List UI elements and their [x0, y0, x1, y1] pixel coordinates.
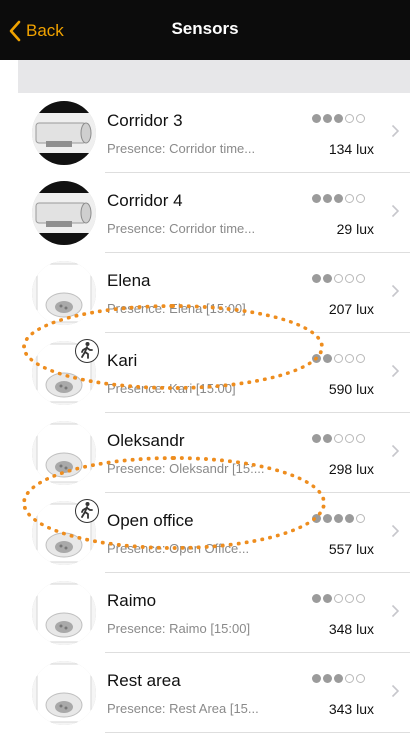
chevron-right-icon [391, 444, 400, 458]
signal-dot [323, 114, 332, 123]
signal-dot [334, 594, 343, 603]
signal-strength-indicator [312, 674, 365, 684]
sensor-name: Oleksandr [107, 431, 185, 450]
sensor-name: Rest area [107, 671, 181, 690]
ceiling-sensor-icon [32, 421, 96, 485]
lux-value: 590 lux [328, 381, 374, 397]
signal-dot [323, 674, 332, 683]
chevron-right-icon [391, 124, 400, 138]
sensor-row[interactable]: Open office Presence: Open Office... 557 l… [0, 493, 410, 573]
signal-strength-indicator [312, 114, 365, 124]
signal-strength-indicator [312, 434, 365, 444]
signal-dot [323, 194, 332, 203]
presence-walking-icon [75, 499, 99, 523]
signal-dot [334, 354, 343, 363]
lux-value: 557 lux [328, 541, 374, 557]
signal-dot [356, 594, 365, 603]
sensor-name: Corridor 3 [107, 111, 183, 130]
sensor-subtitle: Presence: Open Office... [107, 541, 250, 556]
signal-dot [356, 114, 365, 123]
signal-dot [334, 514, 343, 523]
chevron-right-icon [391, 204, 400, 218]
signal-dot [356, 514, 365, 523]
sensor-name: Corridor 4 [107, 191, 183, 210]
signal-dot [334, 674, 343, 683]
lux-value: 348 lux [328, 621, 374, 637]
signal-strength-indicator [312, 594, 365, 604]
corridor-sensor-icon [32, 101, 96, 165]
signal-dot [334, 434, 343, 443]
lux-value: 343 lux [328, 701, 374, 717]
chevron-right-icon [391, 684, 400, 698]
navigation-bar: Back Sensors [0, 0, 410, 60]
sensor-subtitle: Presence: Kari [15:00] [107, 381, 236, 396]
ceiling-sensor-icon [32, 661, 96, 725]
sensor-row[interactable]: Rest area Presence: Rest Area [15... 343 l… [0, 653, 410, 733]
signal-dot [356, 194, 365, 203]
signal-dot [323, 354, 332, 363]
signal-dot [312, 674, 321, 683]
signal-dot [312, 114, 321, 123]
sensor-row[interactable]: Corridor 3 Presence: Corridor time... 134 … [0, 93, 410, 173]
signal-dot [345, 594, 354, 603]
sensor-subtitle: Presence: Rest Area [15... [107, 701, 259, 716]
signal-dot [323, 594, 332, 603]
chevron-right-icon [391, 284, 400, 298]
signal-dot [356, 354, 365, 363]
sensor-row[interactable]: Corridor 4 Presence: Corridor time... 29 l… [0, 173, 410, 253]
corridor-sensor-icon [32, 181, 96, 245]
signal-dot [323, 514, 332, 523]
sensor-row[interactable]: Kari Presence: Kari [15:00] 590 lux [0, 333, 410, 413]
page-title: Sensors [171, 19, 239, 38]
sensor-row[interactable]: Oleksandr Presence: Oleksandr [15:... 298 … [0, 413, 410, 493]
sensor-subtitle: Presence: Corridor time... [107, 141, 256, 156]
chevron-right-icon [391, 364, 400, 378]
sensor-name: Kari [107, 351, 138, 370]
signal-dot [356, 674, 365, 683]
chevron-right-icon [391, 524, 400, 538]
sensor-subtitle: Presence: Raimo [15:00] [107, 621, 251, 636]
lux-value: 29 lux [336, 221, 374, 237]
signal-dot [356, 434, 365, 443]
signal-strength-indicator [312, 274, 365, 284]
signal-dot [334, 194, 343, 203]
lux-value: 207 lux [328, 301, 374, 317]
sensor-name: Open office [107, 511, 194, 530]
signal-dot [345, 114, 354, 123]
sensor-subtitle: Presence: Corridor time... [107, 221, 256, 236]
sensor-row[interactable]: Elena Presence: Elena [15:00] 207 lux [0, 253, 410, 333]
chevron-right-icon [391, 604, 400, 618]
ceiling-sensor-icon [32, 581, 96, 645]
sensor-name: Raimo [107, 591, 157, 610]
signal-dot [345, 514, 354, 523]
sensor-subtitle: Presence: Elena [15:00] [107, 301, 246, 316]
signal-strength-indicator [312, 194, 365, 204]
signal-strength-indicator [312, 354, 365, 364]
lux-value: 298 lux [328, 461, 374, 477]
presence-walking-icon [75, 339, 99, 363]
signal-dot [345, 194, 354, 203]
lux-value: 134 lux [328, 141, 374, 157]
sensor-row[interactable]: Raimo Presence: Raimo [15:00] 348 lux [0, 573, 410, 653]
section-header [18, 60, 410, 93]
sensor-subtitle: Presence: Oleksandr [15:... [107, 461, 265, 476]
signal-dot [334, 114, 343, 123]
signal-dot [312, 354, 321, 363]
signal-dot [312, 274, 321, 283]
signal-dot [312, 194, 321, 203]
signal-dot [312, 514, 321, 523]
signal-dot [345, 274, 354, 283]
signal-dot [345, 674, 354, 683]
signal-dot [323, 434, 332, 443]
signal-dot [312, 434, 321, 443]
signal-dot [312, 594, 321, 603]
signal-dot [323, 274, 332, 283]
signal-dot [334, 274, 343, 283]
signal-dot [345, 354, 354, 363]
ceiling-sensor-icon [32, 261, 96, 325]
signal-strength-indicator [312, 514, 365, 524]
signal-dot [356, 274, 365, 283]
signal-dot [345, 434, 354, 443]
sensor-name: Elena [107, 271, 151, 290]
